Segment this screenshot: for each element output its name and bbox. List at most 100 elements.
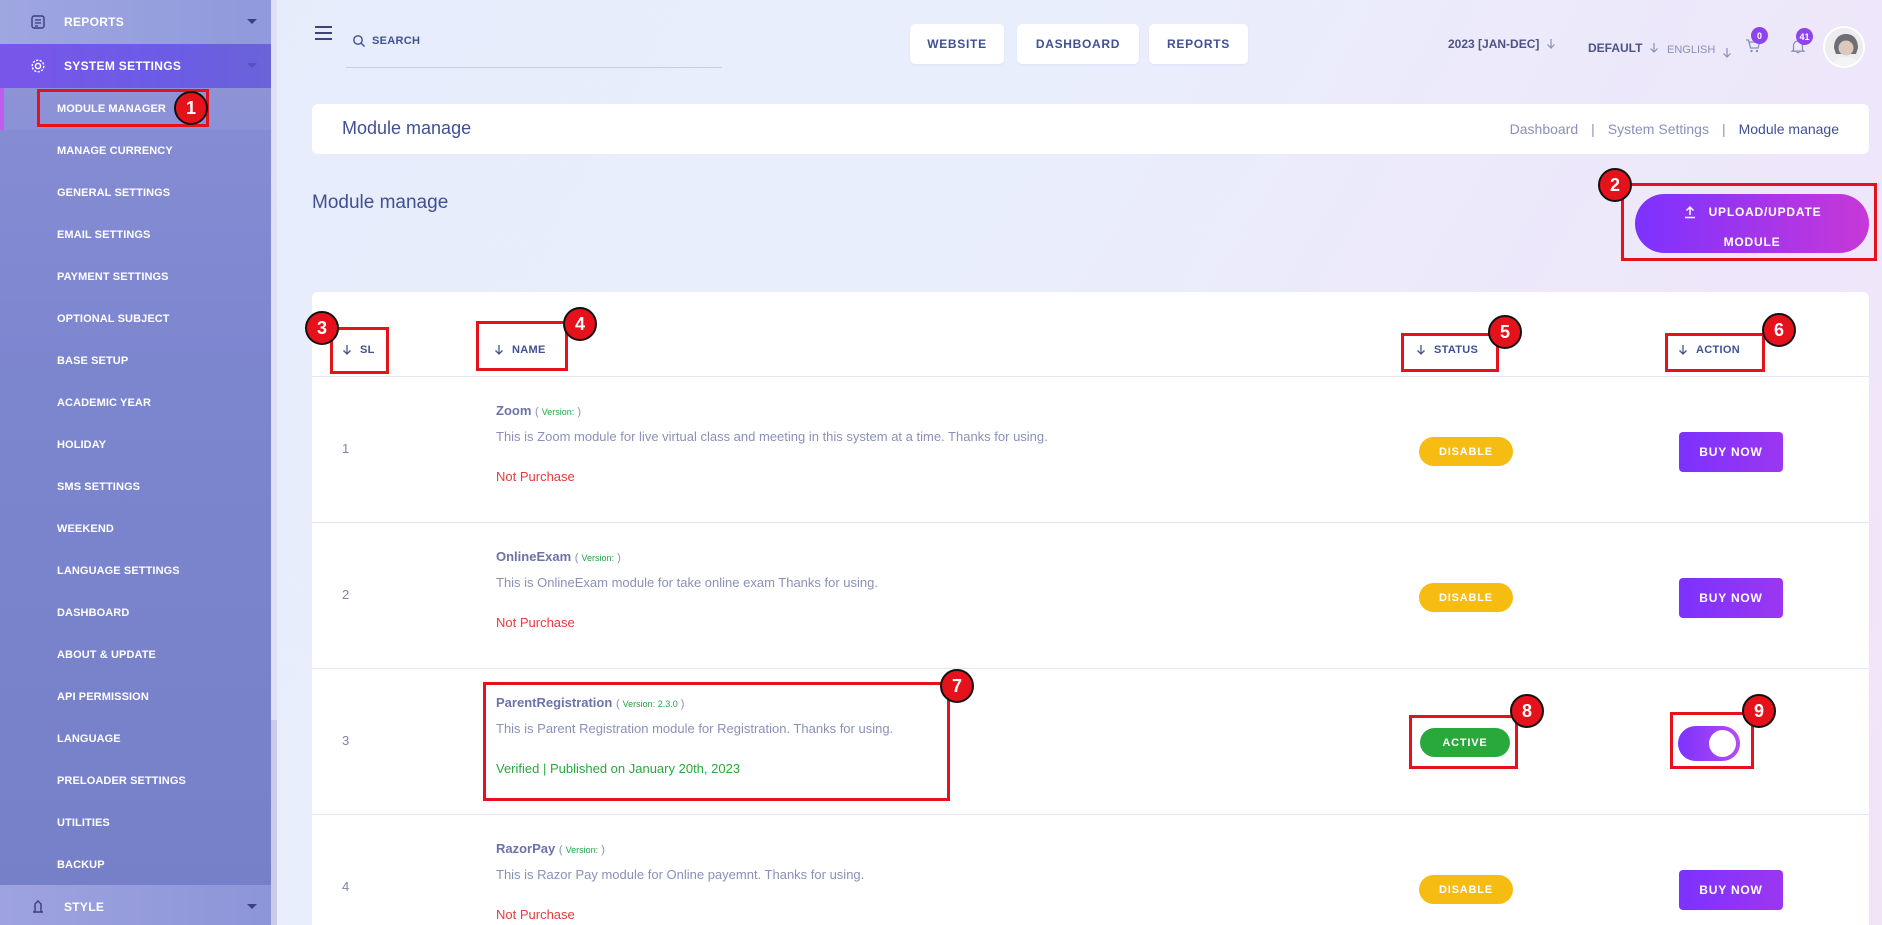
- status-badge: DISABLE: [1419, 437, 1513, 466]
- sidebar-item-label: UTILITIES: [57, 817, 110, 829]
- sidebar-item-label: WEEKEND: [57, 523, 114, 535]
- row-sl: 2: [342, 587, 350, 602]
- chevron-down-icon: [247, 904, 257, 909]
- module-name-text: RazorPay: [496, 841, 556, 856]
- annotation-marker-6: 6: [1762, 313, 1796, 347]
- sidebar-item-manage-currency[interactable]: MANAGE CURRENCY: [0, 130, 277, 172]
- module-version: ( Version: ): [535, 406, 581, 418]
- gear-icon: [31, 59, 45, 73]
- sidebar-item-language[interactable]: LANGUAGE: [0, 718, 277, 760]
- sidebar-item-label: HOLIDAY: [57, 439, 107, 451]
- sidebar-item-general-settings[interactable]: GENERAL SETTINGS: [0, 172, 277, 214]
- user-avatar[interactable]: [1823, 26, 1865, 68]
- sidebar-item-preloader-settings[interactable]: PRELOADER SETTINGS: [0, 760, 277, 802]
- sidebar-item-dashboard[interactable]: DASHBOARD: [0, 592, 277, 634]
- module-name: Zoom ( Version: ): [496, 403, 581, 418]
- annotation-marker-8: 8: [1510, 694, 1544, 728]
- language-select[interactable]: ENGLISH: [1667, 41, 1732, 59]
- buy-now-button[interactable]: BUY NOW: [1679, 578, 1783, 618]
- cart-count-badge: 0: [1751, 27, 1768, 44]
- version-open: (: [558, 844, 566, 856]
- annotation-box-8: [1409, 715, 1518, 769]
- status-badge: DISABLE: [1419, 583, 1513, 612]
- annotation-marker-2: 2: [1598, 168, 1632, 202]
- reports-icon: [31, 15, 45, 29]
- module-description: This is Zoom module for live virtual cla…: [496, 429, 1048, 444]
- search-input[interactable]: [372, 32, 672, 50]
- breadcrumb-separator: |: [1721, 121, 1726, 137]
- sidebar-item-label: LANGUAGE SETTINGS: [57, 565, 180, 577]
- annotation-marker-9: 9: [1742, 694, 1776, 728]
- row-sl: 1: [342, 441, 350, 456]
- sidebar-item-weekend[interactable]: WEEKEND: [0, 508, 277, 550]
- row-sl: 4: [342, 879, 350, 894]
- style-icon: [33, 900, 43, 913]
- annotation-marker-5: 5: [1488, 315, 1522, 349]
- website-button[interactable]: WEBSITE: [910, 24, 1004, 64]
- buy-now-button[interactable]: BUY NOW: [1679, 432, 1783, 472]
- module-name: OnlineExam ( Version: ): [496, 549, 621, 564]
- hamburger-menu-icon[interactable]: [315, 26, 332, 40]
- sidebar-category-style-label: STYLE: [64, 900, 105, 914]
- arrow-down-icon: [1723, 48, 1732, 58]
- purchase-status: Not Purchase: [496, 907, 575, 922]
- notification-count-badge: 41: [1796, 28, 1813, 45]
- table-row: 4 RazorPay ( Version: ) This is Razor Pa…: [312, 815, 1869, 925]
- sidebar-item-label: EMAIL SETTINGS: [57, 229, 151, 241]
- sidebar-item-holiday[interactable]: HOLIDAY: [0, 424, 277, 466]
- annotation-box-3: [330, 327, 389, 374]
- purchase-status: Not Purchase: [496, 469, 575, 484]
- sidebar-category-reports[interactable]: REPORTS: [0, 0, 277, 44]
- version-open: (: [535, 406, 542, 418]
- search-icon: [353, 35, 365, 47]
- table-row: 1 Zoom ( Version: ) This is Zoom module …: [312, 377, 1869, 523]
- sidebar-item-backup[interactable]: BACKUP: [0, 844, 277, 886]
- module-name-text: Zoom: [496, 403, 532, 418]
- sidebar-item-base-setup[interactable]: BASE SETUP: [0, 340, 277, 382]
- dashboard-button[interactable]: DASHBOARD: [1017, 24, 1139, 64]
- module-name-text: OnlineExam: [496, 549, 572, 564]
- module-version: ( Version: ): [575, 552, 621, 564]
- module-table: SL NAME STATUS ACTION 1 Zoom ( Version: …: [312, 292, 1869, 925]
- annotation-marker-3: 3: [305, 311, 339, 345]
- annotation-box-5: [1401, 333, 1499, 372]
- sidebar-item-label: SMS SETTINGS: [57, 481, 141, 493]
- buy-now-button[interactable]: BUY NOW: [1679, 870, 1783, 910]
- sidebar-item-label: ABOUT & UPDATE: [57, 649, 156, 661]
- sidebar-scrollbar[interactable]: [271, 0, 277, 925]
- version-label: Version:: [541, 407, 575, 417]
- sidebar-item-language-settings[interactable]: LANGUAGE SETTINGS: [0, 550, 277, 592]
- chevron-up-icon: [247, 63, 257, 68]
- breadcrumb-dashboard[interactable]: Dashboard: [1510, 121, 1579, 137]
- sidebar-item-academic-year[interactable]: ACADEMIC YEAR: [0, 382, 277, 424]
- sidebar-item-optional-subject[interactable]: OPTIONAL SUBJECT: [0, 298, 277, 340]
- sidebar-item-label: GENERAL SETTINGS: [57, 187, 171, 199]
- module-description: This is Razor Pay module for Online paye…: [496, 867, 865, 882]
- arrow-down-icon: [1547, 39, 1556, 49]
- sidebar-category-system-settings[interactable]: SYSTEM SETTINGS: [0, 44, 277, 88]
- module-description: This is OnlineExam module for take onlin…: [496, 575, 878, 590]
- version-close: ): [614, 552, 621, 564]
- sidebar-item-payment-settings[interactable]: PAYMENT SETTINGS: [0, 256, 277, 298]
- arrow-down-icon: [1650, 43, 1659, 53]
- breadcrumb-system-settings[interactable]: System Settings: [1608, 121, 1709, 137]
- academic-year-select[interactable]: 2023 [JAN-DEC]: [1448, 37, 1556, 51]
- sidebar-item-api-permission[interactable]: API PERMISSION: [0, 676, 277, 718]
- sidebar-category-style[interactable]: STYLE: [0, 885, 277, 925]
- annotation-box-9: [1670, 712, 1754, 769]
- sidebar-item-label: MANAGE CURRENCY: [57, 145, 173, 157]
- annotation-box-4: [476, 321, 568, 371]
- annotation-box-2: [1621, 183, 1877, 261]
- theme-select[interactable]: DEFAULT: [1588, 41, 1659, 55]
- sidebar-item-about-update[interactable]: ABOUT & UPDATE: [0, 634, 277, 676]
- reports-button[interactable]: REPORTS: [1149, 24, 1248, 64]
- academic-year-value: 2023 [JAN-DEC]: [1448, 37, 1540, 51]
- search-bar: [346, 26, 722, 68]
- sidebar-scrollbar-thumb[interactable]: [271, 0, 277, 720]
- sidebar-item-email-settings[interactable]: EMAIL SETTINGS: [0, 214, 277, 256]
- annotation-marker-1: 1: [174, 91, 208, 125]
- sidebar-item-label: DASHBOARD: [57, 607, 130, 619]
- page-header-card: Module manage Dashboard | System Setting…: [312, 104, 1869, 154]
- sidebar-item-utilities[interactable]: UTILITIES: [0, 802, 277, 844]
- sidebar-item-sms-settings[interactable]: SMS SETTINGS: [0, 466, 277, 508]
